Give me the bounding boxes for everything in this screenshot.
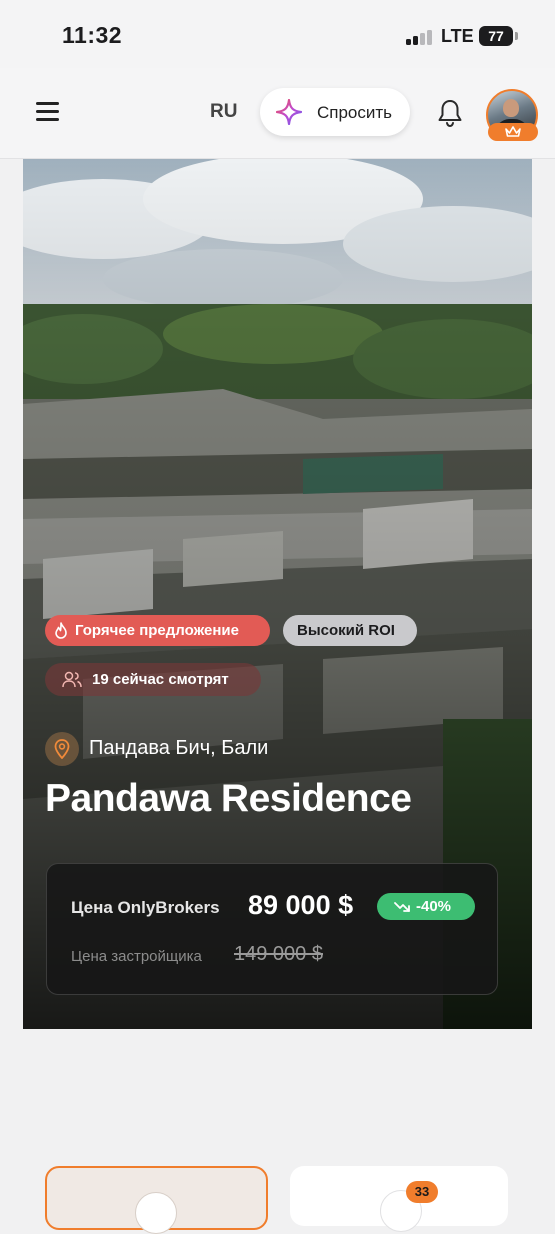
battery-icon: 77 [479,26,513,46]
bell-icon[interactable] [436,98,464,128]
developer-price-value: 149 000 $ [234,943,323,965]
trend-down-icon [394,902,410,912]
location-text: Пандава Бич, Бали [89,737,269,759]
price-value: 89 000 $ [248,890,354,920]
viewers-badge: 19 сейчас смотрят [45,663,261,696]
users-icon [62,671,82,688]
app-header: RU Спросить [0,68,555,159]
signal-icon [406,29,434,45]
battery-cap [515,32,518,40]
discount-label: -40% [416,898,452,915]
viewers-label: 19 сейчас смотрят [92,671,229,688]
listing-hero[interactable]: Горячее предложение Высокий ROI 19 сейча… [23,159,532,1029]
menu-icon[interactable] [36,100,60,122]
flame-icon [55,622,67,639]
status-bar: 11:32 LTE 77 [0,0,555,68]
bottom-card-right[interactable] [290,1166,508,1232]
hot-offer-badge: Горячее предложение [45,615,270,646]
discount-badge: -40% [377,893,475,920]
card-icon-circle [135,1192,177,1234]
crown-icon [505,126,521,137]
sparkle-icon [276,99,302,125]
status-time: 11:32 [62,22,123,48]
premium-badge [488,123,538,141]
location-pin-icon [45,732,79,766]
ask-button[interactable]: Спросить [260,88,410,136]
developer-price-label: Цена застройщика [71,948,202,965]
listing-title: Pandawa Residence [45,777,412,820]
language-switch[interactable]: RU [210,101,237,123]
price-label: Цена OnlyBrokers [71,898,220,917]
hot-offer-label: Горячее предложение [75,622,239,639]
bottom-card-left[interactable] [45,1166,268,1234]
high-roi-badge: Высокий ROI [283,615,417,646]
high-roi-label: Высокий ROI [297,622,395,639]
ask-button-label: Спросить [317,103,393,122]
price-card: Цена OnlyBrokers 89 000 $ -40% Цена заст… [46,863,498,995]
network-type: LTE [441,26,474,46]
